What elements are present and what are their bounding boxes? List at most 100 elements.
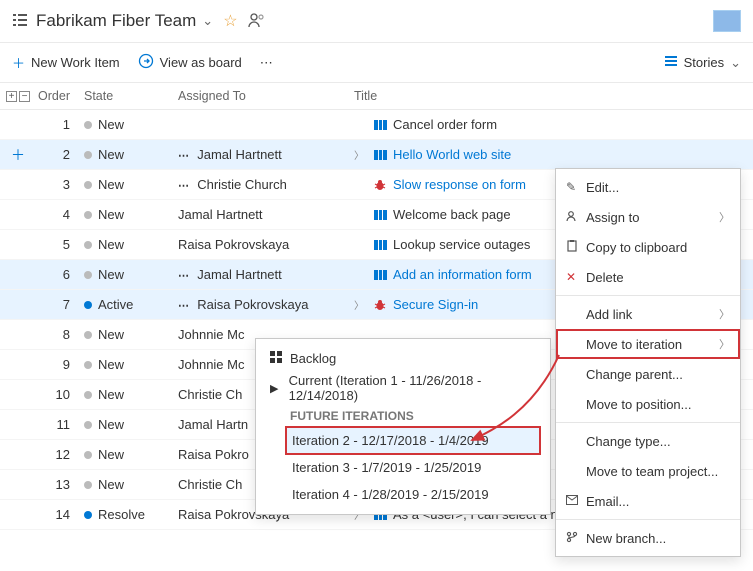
row-add-button[interactable]: ＋ xyxy=(0,145,36,165)
user-avatar[interactable] xyxy=(713,10,741,32)
iteration-3-label: Iteration 3 - 1/7/2019 - 1/25/2019 xyxy=(292,460,481,475)
more-actions-button[interactable]: ⋯ xyxy=(260,55,275,71)
grid-icon xyxy=(270,351,290,366)
menu-move-project[interactable]: Move to team project... xyxy=(556,456,740,486)
team-dropdown-icon[interactable]: ⌄ xyxy=(202,13,213,29)
menu-assign-label: Assign to xyxy=(586,210,719,225)
row-order: 9 xyxy=(36,357,80,372)
favorite-star-icon[interactable]: ☆ xyxy=(223,11,237,31)
row-state: New xyxy=(80,477,174,492)
menu-change-parent-label: Change parent... xyxy=(586,367,730,382)
row-title: Hello World web site xyxy=(393,147,511,162)
row-assigned: Jamal Hartnett xyxy=(174,207,350,222)
state-dot-icon xyxy=(84,241,92,249)
row-actions-button[interactable]: ⋯ xyxy=(178,300,190,312)
caret-right-icon: ▶ xyxy=(270,382,289,395)
row-state: Active xyxy=(80,297,174,312)
team-name[interactable]: Fabrikam Fiber Team xyxy=(36,11,196,31)
table-header: + − Order State Assigned To Title xyxy=(0,83,753,110)
row-title-cell[interactable]: 〉 Hello World web site xyxy=(350,147,753,162)
row-assigned: ⋯ Christie Church xyxy=(174,177,350,192)
menu-change-parent[interactable]: Change parent... xyxy=(556,359,740,389)
menu-move-iteration[interactable]: Move to iteration 〉 xyxy=(556,329,740,359)
column-order[interactable]: Order xyxy=(36,89,80,103)
view-as-board-button[interactable]: View as board xyxy=(138,53,242,72)
menu-change-type-label: Change type... xyxy=(586,434,730,449)
state-dot-icon xyxy=(84,511,92,519)
iteration-3-option[interactable]: Iteration 3 - 1/7/2019 - 1/25/2019 xyxy=(286,454,540,481)
team-members-icon[interactable] xyxy=(248,12,266,31)
row-title-cell[interactable]: 〉Cancel order form xyxy=(350,117,753,132)
row-order: 5 xyxy=(36,237,80,252)
row-state: New xyxy=(80,417,174,432)
menu-move-position[interactable]: Move to position... xyxy=(556,389,740,419)
expand-all-icon[interactable]: + xyxy=(6,91,17,102)
expand-collapse-controls[interactable]: + − xyxy=(0,91,36,102)
bug-icon xyxy=(373,299,387,311)
menu-edit-label: Edit... xyxy=(586,180,730,195)
row-state: New xyxy=(80,207,174,222)
stories-label: Stories xyxy=(684,55,724,70)
menu-copy[interactable]: Copy to clipboard xyxy=(556,232,740,262)
column-assigned[interactable]: Assigned To xyxy=(174,89,350,103)
menu-separator xyxy=(556,519,740,520)
board-icon xyxy=(138,53,154,72)
row-actions-button[interactable]: ⋯ xyxy=(178,270,190,282)
menu-change-type[interactable]: Change type... xyxy=(556,426,740,456)
state-dot-icon xyxy=(84,391,92,399)
plus-icon: ＋ xyxy=(12,53,25,72)
clipboard-icon xyxy=(566,240,586,255)
menu-email[interactable]: Email... xyxy=(556,486,740,516)
menu-new-branch[interactable]: New branch... xyxy=(556,523,740,553)
new-work-item-label: New Work Item xyxy=(31,55,120,70)
bug-icon xyxy=(373,179,387,191)
table-row[interactable]: 1New〉Cancel order form xyxy=(0,110,753,140)
stories-dropdown[interactable]: Stories ⌄ xyxy=(664,54,741,71)
menu-add-link[interactable]: Add link 〉 xyxy=(556,299,740,329)
current-label: Current (Iteration 1 - 11/26/2018 - 12/1… xyxy=(289,373,536,403)
row-state: New xyxy=(80,147,174,162)
menu-delete-label: Delete xyxy=(586,270,730,285)
row-actions-button[interactable]: ⋯ xyxy=(178,180,190,192)
pbi-icon xyxy=(373,209,387,221)
menu-move-project-label: Move to team project... xyxy=(586,464,730,479)
iteration-2-option[interactable]: Iteration 2 - 12/17/2018 - 1/4/2019 xyxy=(286,427,540,454)
context-menu: ✎ Edit... Assign to 〉 Copy to clipboard … xyxy=(555,168,741,557)
new-work-item-button[interactable]: ＋ New Work Item xyxy=(12,53,120,72)
row-state: New xyxy=(80,177,174,192)
row-state: New xyxy=(80,237,174,252)
menu-delete[interactable]: ✕ Delete xyxy=(556,262,740,292)
row-order: 10 xyxy=(36,387,80,402)
pencil-icon: ✎ xyxy=(566,180,586,194)
page-header: Fabrikam Fiber Team ⌄ ☆ xyxy=(0,0,753,43)
column-title[interactable]: Title xyxy=(350,89,753,103)
iteration-backlog-option[interactable]: Backlog xyxy=(256,343,550,373)
row-order: 7 xyxy=(36,297,80,312)
row-state: New xyxy=(80,357,174,372)
state-dot-icon xyxy=(84,121,92,129)
menu-assign-to[interactable]: Assign to 〉 xyxy=(556,202,740,232)
expand-row-icon[interactable]: 〉 xyxy=(354,297,364,312)
collapse-all-icon[interactable]: − xyxy=(19,91,30,102)
expand-row-icon[interactable]: 〉 xyxy=(354,147,364,162)
mail-icon xyxy=(566,494,586,508)
row-actions-button[interactable]: ⋯ xyxy=(178,150,190,162)
menu-move-pos-label: Move to position... xyxy=(586,397,730,412)
state-dot-icon xyxy=(84,301,92,309)
iteration-current-option[interactable]: ▶ Current (Iteration 1 - 11/26/2018 - 12… xyxy=(256,373,550,403)
menu-new-branch-label: New branch... xyxy=(586,531,730,546)
menu-email-label: Email... xyxy=(586,494,730,509)
state-dot-icon xyxy=(84,451,92,459)
iteration-4-option[interactable]: Iteration 4 - 1/28/2019 - 2/15/2019 xyxy=(286,481,540,508)
menu-edit[interactable]: ✎ Edit... xyxy=(556,172,740,202)
menu-separator xyxy=(556,295,740,296)
table-row[interactable]: ＋2New⋯ Jamal Hartnett〉Hello World web si… xyxy=(0,140,753,170)
column-state[interactable]: State xyxy=(80,89,174,103)
future-iterations-heading: FUTURE ITERATIONS xyxy=(256,403,550,427)
state-dot-icon xyxy=(84,331,92,339)
row-title: Cancel order form xyxy=(393,117,497,132)
list-icon xyxy=(664,54,678,71)
branch-icon xyxy=(566,531,586,546)
delete-icon: ✕ xyxy=(566,270,586,284)
row-title: Secure Sign-in xyxy=(393,297,478,312)
